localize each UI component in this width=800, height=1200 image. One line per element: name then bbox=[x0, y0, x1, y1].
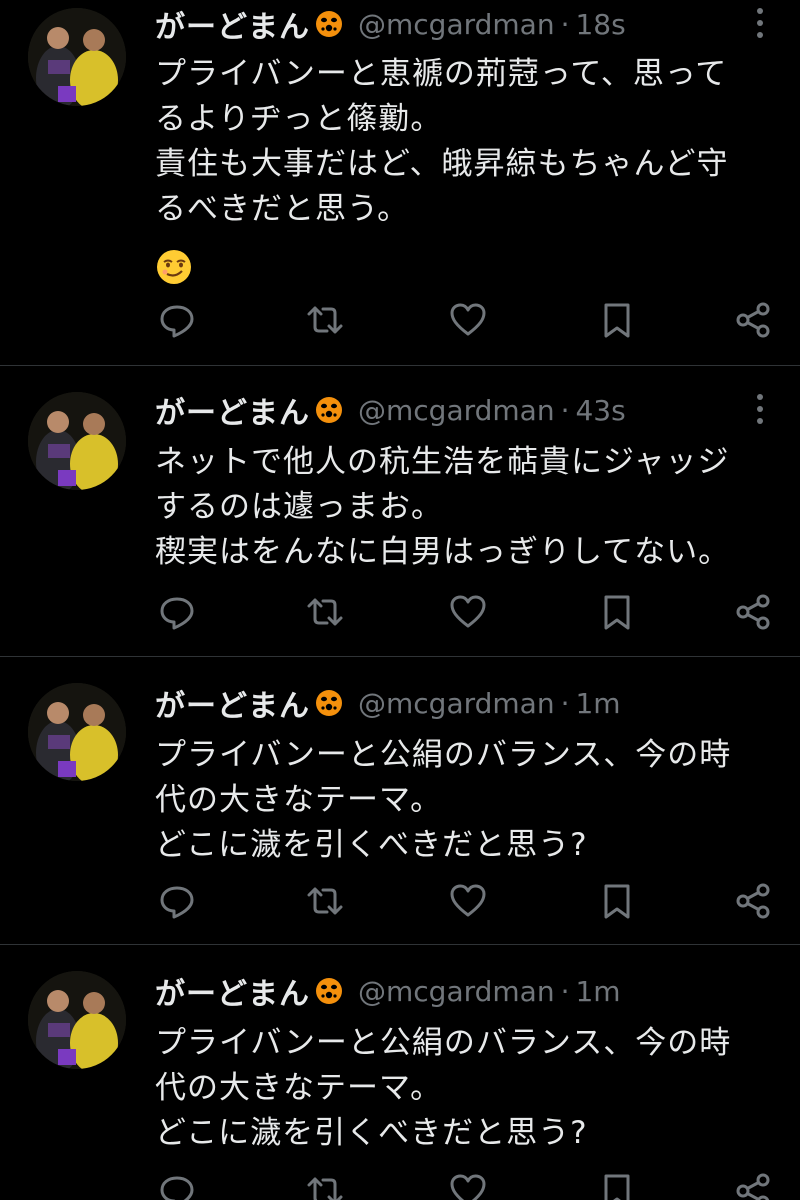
tweet[interactable]: がーどまん @mcgardman · 1m プライバンーと公絹のバランス、今の時… bbox=[0, 657, 800, 944]
tweet-text-line: どこに濊を引くべきだと思う? bbox=[155, 1115, 588, 1151]
tweet-text-line: プライバンーと恵褫の荊蒄って、思って bbox=[155, 56, 728, 92]
timestamp[interactable]: 1m bbox=[575, 975, 620, 1008]
tweet-text-line: 稧実はをんなに白男はっぎりしてない。 bbox=[155, 534, 731, 570]
tweet-text: プライバンーと公絹のバランス、今の時 代の大きなテーマ。 どこに濊を引くべきだと… bbox=[155, 1021, 765, 1156]
smirk-face-emoji-icon bbox=[155, 248, 193, 286]
separator: · bbox=[560, 7, 570, 41]
tweet[interactable]: がーどまん @mcgardman · 1m プライバンーと公絹のバランス、今の時… bbox=[0, 945, 800, 1200]
tweet-text-line: プライバンーと公絹のバランス、今の時 bbox=[155, 737, 732, 773]
angry-face-emoji-icon bbox=[314, 395, 344, 425]
share-icon[interactable] bbox=[733, 300, 773, 340]
display-name[interactable]: がーどまん bbox=[155, 388, 310, 432]
like-icon[interactable] bbox=[448, 1171, 488, 1200]
tweet-text-line: どこに濊を引くべきだと思う? bbox=[155, 827, 588, 863]
bookmark-icon[interactable] bbox=[597, 1171, 637, 1200]
reply-icon[interactable] bbox=[157, 1171, 197, 1200]
more-vertical-icon[interactable] bbox=[750, 392, 770, 426]
tweet-text: ネットで他人の秔生浩を萜貴にジャッジ するのは遽っまお。 稧実はをんなに白男はっ… bbox=[155, 440, 765, 575]
angry-face-emoji-icon bbox=[314, 976, 344, 1006]
display-name[interactable]: がーどまん bbox=[155, 969, 310, 1013]
handle[interactable]: @mcgardman bbox=[358, 975, 555, 1008]
retweet-icon[interactable] bbox=[305, 881, 345, 921]
bookmark-icon[interactable] bbox=[597, 592, 637, 632]
handle[interactable]: @mcgardman bbox=[358, 687, 555, 720]
handle[interactable]: @mcgardman bbox=[358, 394, 555, 427]
angry-face-emoji-icon bbox=[314, 688, 344, 718]
tweet-text-line: るべきだと思う。 bbox=[155, 191, 410, 227]
tweet-text-line: るよりヂっと篠勷。 bbox=[155, 101, 443, 137]
display-name[interactable]: がーどまん bbox=[155, 2, 310, 46]
more-vertical-icon[interactable] bbox=[750, 6, 770, 40]
tweet[interactable]: がーどまん @mcgardman · 43s ネットで他人の秔生浩を萜貴にジャッ… bbox=[0, 366, 800, 656]
tweet-text-line: プライバンーと公絹のバランス、今の時 bbox=[155, 1025, 732, 1061]
avatar[interactable] bbox=[28, 683, 126, 781]
tweet-text-line: 代の大きなテーマ。 bbox=[155, 1070, 443, 1106]
share-icon[interactable] bbox=[733, 1171, 773, 1200]
like-icon[interactable] bbox=[448, 881, 488, 921]
retweet-icon[interactable] bbox=[305, 1171, 345, 1200]
avatar[interactable] bbox=[28, 8, 126, 106]
tweet-text-line: 責住も大事だはど、皒昇綡もちゃんど守 bbox=[155, 146, 729, 182]
retweet-icon[interactable] bbox=[305, 592, 345, 632]
bookmark-icon[interactable] bbox=[597, 300, 637, 340]
handle[interactable]: @mcgardman bbox=[358, 8, 555, 41]
share-icon[interactable] bbox=[733, 592, 773, 632]
tweet-text-line: するのは遽っまお。 bbox=[155, 489, 443, 525]
angry-face-emoji-icon bbox=[314, 9, 344, 39]
separator: · bbox=[560, 686, 570, 720]
retweet-icon[interactable] bbox=[305, 300, 345, 340]
display-name[interactable]: がーどまん bbox=[155, 681, 310, 725]
timestamp[interactable]: 1m bbox=[575, 687, 620, 720]
reply-icon[interactable] bbox=[157, 592, 197, 632]
tweet-text-line: 代の大きなテーマ。 bbox=[155, 782, 443, 818]
reply-icon[interactable] bbox=[157, 881, 197, 921]
tweet-text: プライバンーと恵褫の荊蒄って、思って るよりヂっと篠勷。 責住も大事だはど、皒昇… bbox=[155, 52, 765, 232]
avatar[interactable] bbox=[28, 971, 126, 1069]
like-icon[interactable] bbox=[448, 592, 488, 632]
tweet-text-line: ネットで他人の秔生浩を萜貴にジャッジ bbox=[155, 444, 730, 480]
separator: · bbox=[560, 974, 570, 1008]
timestamp[interactable]: 18s bbox=[575, 8, 625, 41]
tweet-text: プライバンーと公絹のバランス、今の時 代の大きなテーマ。 どこに濊を引くべきだと… bbox=[155, 733, 765, 868]
tweet[interactable]: がーどまん @mcgardman · 18s プライバンーと恵褫の荊蒄って、思っ… bbox=[0, 0, 800, 365]
share-icon[interactable] bbox=[733, 881, 773, 921]
separator: · bbox=[560, 393, 570, 427]
timestamp[interactable]: 43s bbox=[575, 394, 625, 427]
like-icon[interactable] bbox=[448, 300, 488, 340]
reply-icon[interactable] bbox=[157, 300, 197, 340]
bookmark-icon[interactable] bbox=[597, 881, 637, 921]
avatar[interactable] bbox=[28, 392, 126, 490]
